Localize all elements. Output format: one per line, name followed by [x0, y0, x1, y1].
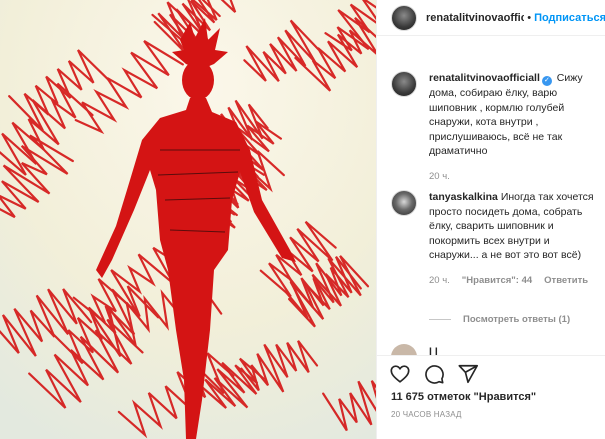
header-separator: • — [527, 11, 532, 24]
caption-comment: renatalitvinovaofficiall ✓ Сижу дома, соб… — [391, 71, 601, 182]
view-replies-label: Посмотреть ответы (1) — [463, 314, 571, 325]
comment-item: tanyaskalkina Иногда так хочется просто … — [391, 190, 601, 286]
partial-comment-text: l l — [429, 346, 438, 355]
likes-count[interactable]: 11 675 отметок "Нравится" — [391, 391, 536, 403]
follow-button[interactable]: Подписаться — [534, 12, 605, 24]
heart-icon[interactable] — [389, 363, 411, 385]
comment-icon[interactable] — [423, 363, 445, 385]
partial-commenter-avatar[interactable] — [391, 344, 417, 355]
author-avatar[interactable] — [391, 4, 417, 31]
header-username[interactable]: renatalitvinovaofficiall — [426, 12, 524, 24]
post-sidebar: renatalitvinovaofficiall • Подписаться r… — [376, 0, 605, 439]
caption-time[interactable]: 20 ч. — [429, 171, 450, 182]
verified-icon: ✓ — [541, 76, 552, 86]
instagram-post: renatalitvinovaofficiall • Подписаться r… — [0, 0, 605, 439]
comment-username[interactable]: tanyaskalkina — [429, 191, 498, 203]
caption-username[interactable]: renatalitvinovaofficiall — [429, 72, 540, 84]
comments-list[interactable]: renatalitvinovaofficiall ✓ Сижу дома, соб… — [377, 37, 605, 355]
red-figure-drawing — [0, 0, 376, 439]
post-actions: 11 675 отметок "Нравится" 20 ЧАСОВ НАЗАД — [377, 355, 605, 439]
replies-divider — [429, 319, 451, 320]
post-header: renatalitvinovaofficiall • Подписаться — [377, 0, 605, 36]
share-icon[interactable] — [457, 363, 479, 385]
post-image[interactable] — [0, 0, 376, 439]
figure-shape — [182, 60, 214, 100]
caption-avatar[interactable] — [391, 71, 417, 97]
post-timestamp[interactable]: 20 ЧАСОВ НАЗАД — [391, 410, 462, 419]
reply-button[interactable]: Ответить — [544, 275, 588, 286]
commenter-avatar[interactable] — [391, 190, 417, 216]
view-replies-button[interactable]: Посмотреть ответы (1) — [429, 314, 570, 325]
comment-time[interactable]: 20 ч. — [429, 275, 450, 286]
comment-likes[interactable]: "Нравится": 44 — [462, 275, 532, 286]
caption-text: Сижу дома, собираю ёлку, варю шиповник ,… — [429, 72, 583, 157]
